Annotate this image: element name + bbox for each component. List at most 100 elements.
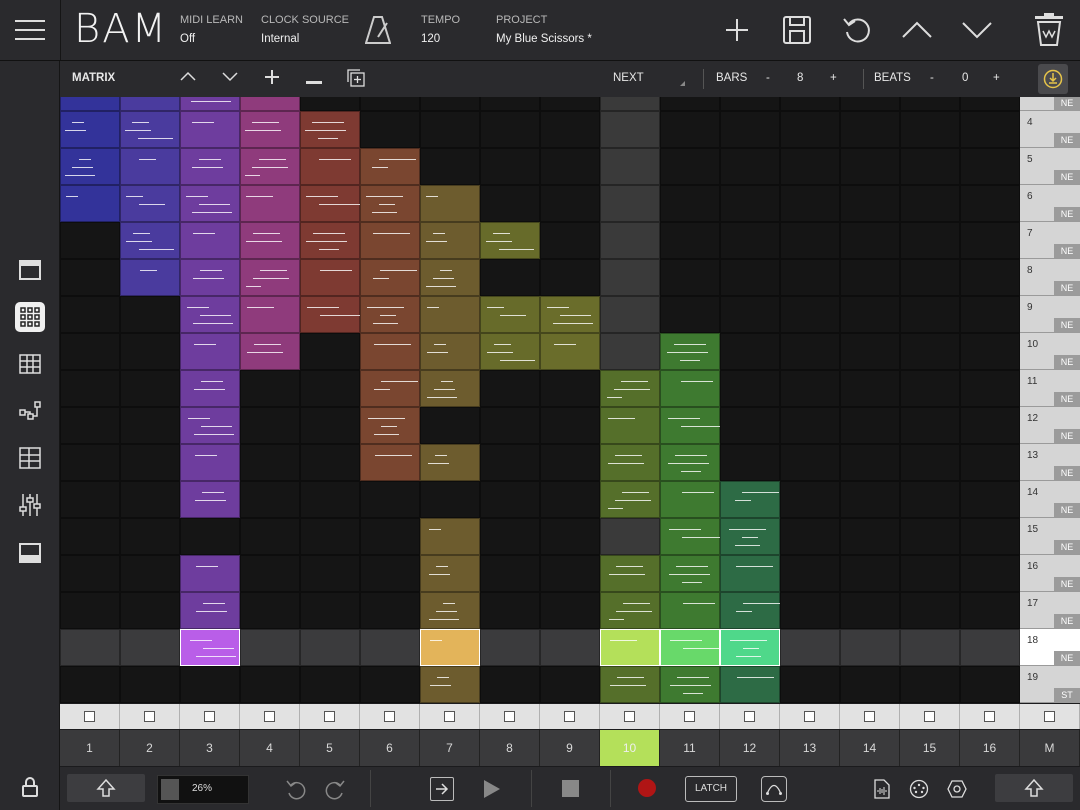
clip-slot[interactable]	[960, 444, 1020, 481]
clip[interactable]	[180, 407, 240, 444]
clip[interactable]	[360, 333, 420, 370]
clip-slot[interactable]	[360, 592, 420, 629]
scene-launch-button[interactable]: NE	[1020, 97, 1080, 111]
clip-slot[interactable]	[120, 333, 180, 370]
track-button[interactable]: 4	[240, 730, 300, 766]
matrix-add-scene-button[interactable]	[265, 70, 279, 87]
audio-file-button[interactable]	[874, 779, 890, 804]
clip-slot[interactable]	[960, 592, 1020, 629]
clip-slot[interactable]	[60, 222, 120, 259]
metronome-button[interactable]	[356, 8, 400, 52]
clip-slot[interactable]	[660, 111, 720, 148]
clip-slot[interactable]	[900, 370, 960, 407]
clip-slot[interactable]	[60, 592, 120, 629]
clip-slot[interactable]	[780, 185, 840, 222]
clip-slot[interactable]	[540, 111, 600, 148]
clip[interactable]	[240, 97, 300, 111]
clip[interactable]	[480, 333, 540, 370]
clip-slot[interactable]	[720, 148, 780, 185]
clip-slot[interactable]	[240, 518, 300, 555]
clip-slot[interactable]	[900, 481, 960, 518]
clip-slot[interactable]	[300, 407, 360, 444]
undo-button[interactable]	[835, 8, 879, 52]
clip-slot[interactable]	[780, 518, 840, 555]
play-button[interactable]	[484, 780, 500, 803]
clip[interactable]	[360, 259, 420, 296]
clip[interactable]	[420, 222, 480, 259]
shift-right-button[interactable]	[995, 774, 1073, 802]
scroll-down-button[interactable]	[955, 8, 999, 52]
clip-slot[interactable]	[660, 222, 720, 259]
clip-slot[interactable]	[60, 629, 120, 666]
matrix-up-button[interactable]	[180, 70, 196, 85]
clip-slot[interactable]	[840, 222, 900, 259]
clip[interactable]	[120, 97, 180, 111]
track-stop-checkbox[interactable]	[1020, 704, 1080, 729]
clip-slot[interactable]	[840, 444, 900, 481]
clip[interactable]	[360, 222, 420, 259]
clip-slot[interactable]	[300, 592, 360, 629]
clip-slot[interactable]	[360, 555, 420, 592]
clip-slot[interactable]	[960, 555, 1020, 592]
scene-launch-button[interactable]: 8 NE	[1020, 259, 1080, 296]
clip[interactable]	[660, 407, 722, 444]
scene-mode-badge[interactable]: NE	[1054, 318, 1080, 332]
clip-slot[interactable]	[240, 666, 300, 703]
clip-slot[interactable]	[900, 333, 960, 370]
clip-slot[interactable]	[240, 407, 300, 444]
clip-slot[interactable]	[720, 111, 780, 148]
clip[interactable]	[240, 148, 300, 185]
clip-slot[interactable]	[240, 592, 300, 629]
beats-decrement-button[interactable]: -	[930, 72, 934, 84]
track-stop-checkbox[interactable]	[660, 704, 720, 729]
track-button[interactable]: 12	[720, 730, 780, 766]
clip[interactable]	[360, 370, 420, 407]
clip-slot[interactable]	[480, 111, 540, 148]
track-stop-checkbox[interactable]	[300, 704, 360, 729]
clip-slot[interactable]	[720, 370, 780, 407]
matrix-duplicate-button[interactable]	[347, 69, 365, 90]
clip[interactable]	[180, 555, 240, 592]
clip-slot[interactable]	[480, 97, 540, 111]
view-bottom-panel-button[interactable]	[19, 543, 41, 568]
scene-mode-badge[interactable]: NE	[1054, 207, 1080, 221]
clip[interactable]	[300, 222, 360, 259]
clip-slot[interactable]	[480, 444, 540, 481]
clip-slot[interactable]	[780, 148, 840, 185]
clip-slot[interactable]	[600, 333, 660, 370]
clip-slot[interactable]	[840, 481, 900, 518]
clip-slot[interactable]	[780, 481, 840, 518]
clip-slot[interactable]	[240, 370, 300, 407]
clip-slot[interactable]	[300, 444, 360, 481]
clip-slot[interactable]	[480, 592, 540, 629]
clip-slot[interactable]	[300, 555, 360, 592]
clip-slot[interactable]	[840, 148, 900, 185]
clip[interactable]	[180, 592, 240, 629]
clip-slot[interactable]	[660, 185, 720, 222]
clip[interactable]	[660, 370, 720, 407]
clip[interactable]	[480, 222, 540, 259]
shift-left-button[interactable]	[67, 774, 145, 802]
beats-increment-button[interactable]: +	[993, 72, 1000, 84]
clip-slot[interactable]	[180, 666, 240, 703]
clip-slot[interactable]	[960, 333, 1020, 370]
clip-slot[interactable]	[780, 111, 840, 148]
track-stop-checkbox[interactable]	[540, 704, 600, 729]
track-button[interactable]: 10	[600, 730, 660, 766]
clip-slot[interactable]	[900, 185, 960, 222]
clip-slot[interactable]	[600, 97, 660, 111]
record-button[interactable]	[638, 779, 656, 797]
trash-button[interactable]	[1027, 8, 1071, 52]
clip-slot[interactable]	[480, 629, 540, 666]
clip-slot[interactable]	[60, 333, 120, 370]
scene-launch-button[interactable]: 6 NE	[1020, 185, 1080, 222]
clip-slot[interactable]	[600, 518, 660, 555]
bars-decrement-button[interactable]: -	[766, 72, 770, 84]
clip-slot[interactable]	[540, 185, 600, 222]
clip[interactable]	[420, 296, 480, 333]
clip-slot[interactable]	[480, 481, 540, 518]
clip-slot[interactable]	[780, 629, 840, 666]
clip[interactable]	[660, 629, 724, 666]
clip[interactable]	[120, 222, 180, 259]
clip-slot[interactable]	[120, 481, 180, 518]
